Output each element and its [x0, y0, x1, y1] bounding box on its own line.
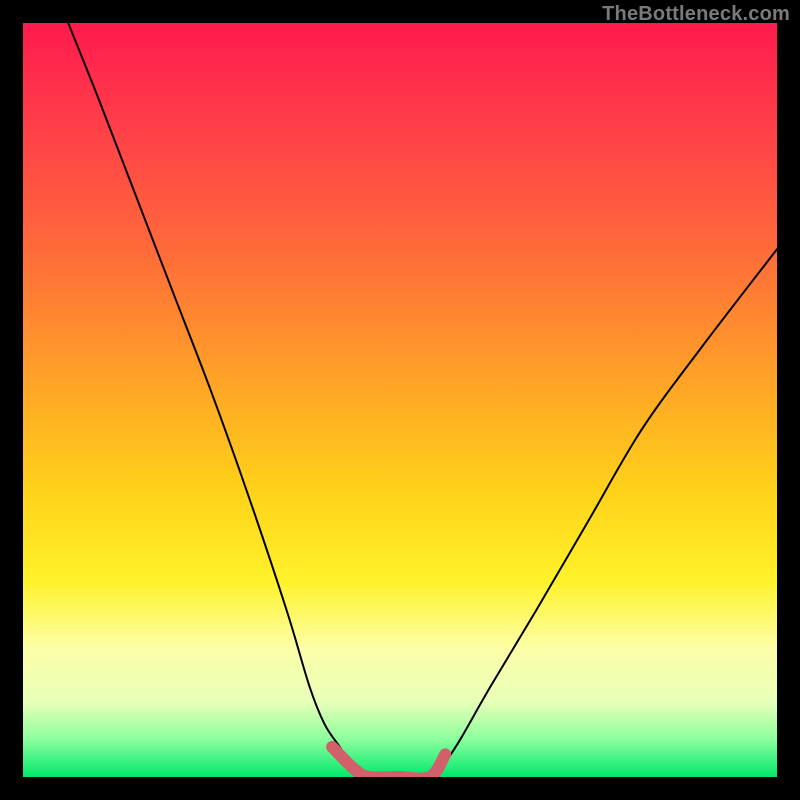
- curve-bottom-highlight: [332, 747, 445, 777]
- chart-svg: [23, 23, 777, 777]
- watermark-text: TheBottleneck.com: [602, 3, 790, 26]
- plot-area: [23, 23, 777, 777]
- curve-left-arm: [68, 23, 370, 777]
- chart-frame: TheBottleneck.com: [0, 0, 800, 800]
- curve-right-arm: [430, 249, 777, 777]
